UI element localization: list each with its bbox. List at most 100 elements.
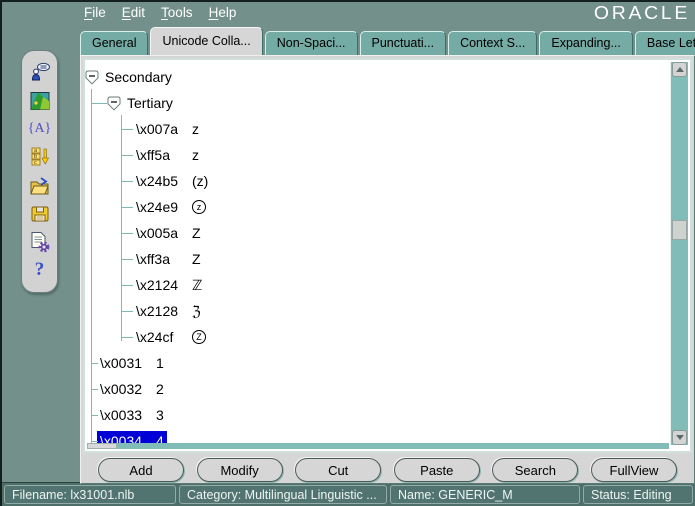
codepoint-text: \x0034 xyxy=(100,433,146,443)
up-arrow-icon xyxy=(676,67,684,72)
tree-item-label-selected: \x0034 4 xyxy=(97,431,167,443)
open-file-icon[interactable] xyxy=(28,174,52,198)
generate-nlb-icon[interactable] xyxy=(28,230,52,254)
character-glyph: Z xyxy=(192,225,201,241)
tab-unicode-colla[interactable]: Unicode Colla... xyxy=(150,27,262,55)
tree-item-x0031[interactable]: \x0031 1 xyxy=(85,350,670,376)
tree-item-label: \xff3a Z xyxy=(133,249,204,269)
tab-general[interactable]: General xyxy=(80,31,148,55)
tree-item-xff3a[interactable]: \xff3a Z xyxy=(85,246,670,272)
tree-node-label: Tertiary xyxy=(127,95,173,111)
tree-item-label: \x24b5 (z) xyxy=(133,171,211,191)
character-glyph: Z xyxy=(192,251,201,267)
tab-non-spaci[interactable]: Non-Spaci... xyxy=(265,31,358,55)
codepoint-text: \x2124 xyxy=(136,277,182,293)
tree-item-label: \xff5a z xyxy=(133,145,202,165)
codepoint-text: \xff3a xyxy=(136,251,182,267)
tree-item-label: \x007a z xyxy=(133,119,202,139)
oracle-logo: ORACLE xyxy=(594,3,690,24)
codepoint-text: \x24b5 xyxy=(136,173,182,189)
new-linguistic-sort-icon[interactable]: a b c xyxy=(28,145,52,169)
modify-button[interactable]: Modify xyxy=(197,458,283,482)
tree-item-x2128[interactable]: \x2128ℨ xyxy=(85,298,670,324)
collation-tree-panel: Secondary Tertiary \x007a z \xff5a z \x24b5 (z)… xyxy=(83,58,692,453)
vertical-scrollbar-thumb[interactable] xyxy=(672,220,687,240)
menu-edit[interactable]: Edit xyxy=(122,5,145,20)
tree-item-x24cf[interactable]: \x24cf Z xyxy=(85,324,670,350)
character-glyph: 4 xyxy=(156,433,164,443)
new-language-icon[interactable] xyxy=(28,61,52,85)
tree-node-label: Secondary xyxy=(105,69,172,85)
codepoint-text: \x24e9 xyxy=(136,199,182,215)
tree-item-x007a[interactable]: \x007a z xyxy=(85,116,670,142)
tab-punctuati[interactable]: Punctuati... xyxy=(360,31,447,55)
oracle-locale-builder-window: File Edit Tools Help ORACLE GeneralUnicode … xyxy=(0,0,695,506)
tree-node-tertiary[interactable]: Tertiary xyxy=(85,90,670,116)
character-glyph: ℤ xyxy=(192,277,202,294)
menu-tools[interactable]: Tools xyxy=(161,5,193,20)
cut-button[interactable]: Cut xyxy=(295,458,381,482)
scroll-down-button[interactable] xyxy=(672,430,687,445)
codepoint-text: \x24cf xyxy=(136,329,182,345)
horizontal-scrollbar[interactable] xyxy=(87,443,669,449)
help-icon[interactable]: ? xyxy=(28,258,52,282)
status-cell-3: Status: Editing xyxy=(583,485,693,504)
menu-items: File Edit Tools Help xyxy=(84,5,252,20)
tree-item-x005a[interactable]: \x005a Z xyxy=(85,220,670,246)
status-cell-1: Category: Multilingual Linguistic ... xyxy=(179,485,387,504)
menu-help[interactable]: Help xyxy=(209,5,237,20)
codepoint-text: \x0031 xyxy=(100,355,146,371)
codepoint-text: \x0032 xyxy=(100,381,146,397)
paste-button[interactable]: Paste xyxy=(394,458,480,482)
status-cell-2: Name: GENERIC_M xyxy=(390,485,580,504)
character-glyph: 3 xyxy=(156,407,164,423)
tree-node-secondary[interactable]: Secondary xyxy=(85,64,670,90)
tree-item-label: \x2128ℨ xyxy=(133,301,204,322)
scroll-up-button[interactable] xyxy=(672,62,687,77)
collapse-handle-icon[interactable] xyxy=(107,96,121,111)
tree-item-x0034[interactable]: \x0034 4 xyxy=(85,428,670,443)
status-bar: Filename: lx31001.nlbCategory: Multiling… xyxy=(2,482,695,506)
character-glyph: (z) xyxy=(192,173,208,189)
tree-item-label: \x0033 3 xyxy=(97,405,167,425)
search-button[interactable]: Search xyxy=(492,458,578,482)
side-toolbar: {A} a b c xyxy=(21,50,58,293)
character-glyph: z xyxy=(192,147,199,163)
tab-bar: GeneralUnicode Colla...Non-Spaci...Punct… xyxy=(80,27,693,55)
codepoint-text: \xff5a xyxy=(136,147,182,163)
new-territory-icon[interactable] xyxy=(28,89,52,113)
tree-item-x0032[interactable]: \x0032 2 xyxy=(85,376,670,402)
tree-item-x0033[interactable]: \x0033 3 xyxy=(85,402,670,428)
svg-text:c: c xyxy=(34,161,37,167)
tab-context-s[interactable]: Context S... xyxy=(448,31,537,55)
character-glyph: z xyxy=(192,121,199,137)
tab-expanding[interactable]: Expanding... xyxy=(539,31,633,55)
tree-item-x24b5[interactable]: \x24b5 (z) xyxy=(85,168,670,194)
action-button-row: Add Modify Cut Paste Search FullView xyxy=(98,457,677,483)
character-glyph: 1 xyxy=(156,355,164,371)
tree-item-label: \x2124 ℤ xyxy=(133,275,205,296)
tree-item-label: \x24e9z xyxy=(133,197,209,217)
tree-item-label: \x005a Z xyxy=(133,223,204,243)
tree-item-x24e9[interactable]: \x24e9z xyxy=(85,194,670,220)
tree-item-xff5a[interactable]: \xff5a z xyxy=(85,142,670,168)
tree-item-x2124[interactable]: \x2124 ℤ xyxy=(85,272,670,298)
codepoint-text: \x007a xyxy=(136,121,182,137)
tab-page-unicode-collation: Secondary Tertiary \x007a z \xff5a z \x24b5 (z)… xyxy=(80,55,695,484)
codepoint-text: \x2128 xyxy=(136,303,182,319)
save-file-icon[interactable] xyxy=(28,202,52,226)
vertical-scrollbar[interactable] xyxy=(670,62,688,445)
tab-base-letter[interactable]: Base Letter xyxy=(635,31,695,55)
character-glyph: Z xyxy=(192,330,206,344)
new-character-set-icon[interactable]: {A} xyxy=(28,117,52,141)
menu-file[interactable]: File xyxy=(84,5,106,20)
codepoint-text: \x005a xyxy=(136,225,182,241)
collapse-handle-icon[interactable] xyxy=(85,70,99,85)
add-button[interactable]: Add xyxy=(98,458,184,482)
horizontal-scrollbar-thumb[interactable] xyxy=(87,443,117,449)
tree-item-label: \x0032 2 xyxy=(97,379,167,399)
character-glyph: 2 xyxy=(156,381,164,397)
fullview-button[interactable]: FullView xyxy=(591,458,677,482)
codepoint-text: \x0033 xyxy=(100,407,146,423)
collation-tree: Secondary Tertiary \x007a z \xff5a z \x24b5 (z)… xyxy=(85,64,670,443)
